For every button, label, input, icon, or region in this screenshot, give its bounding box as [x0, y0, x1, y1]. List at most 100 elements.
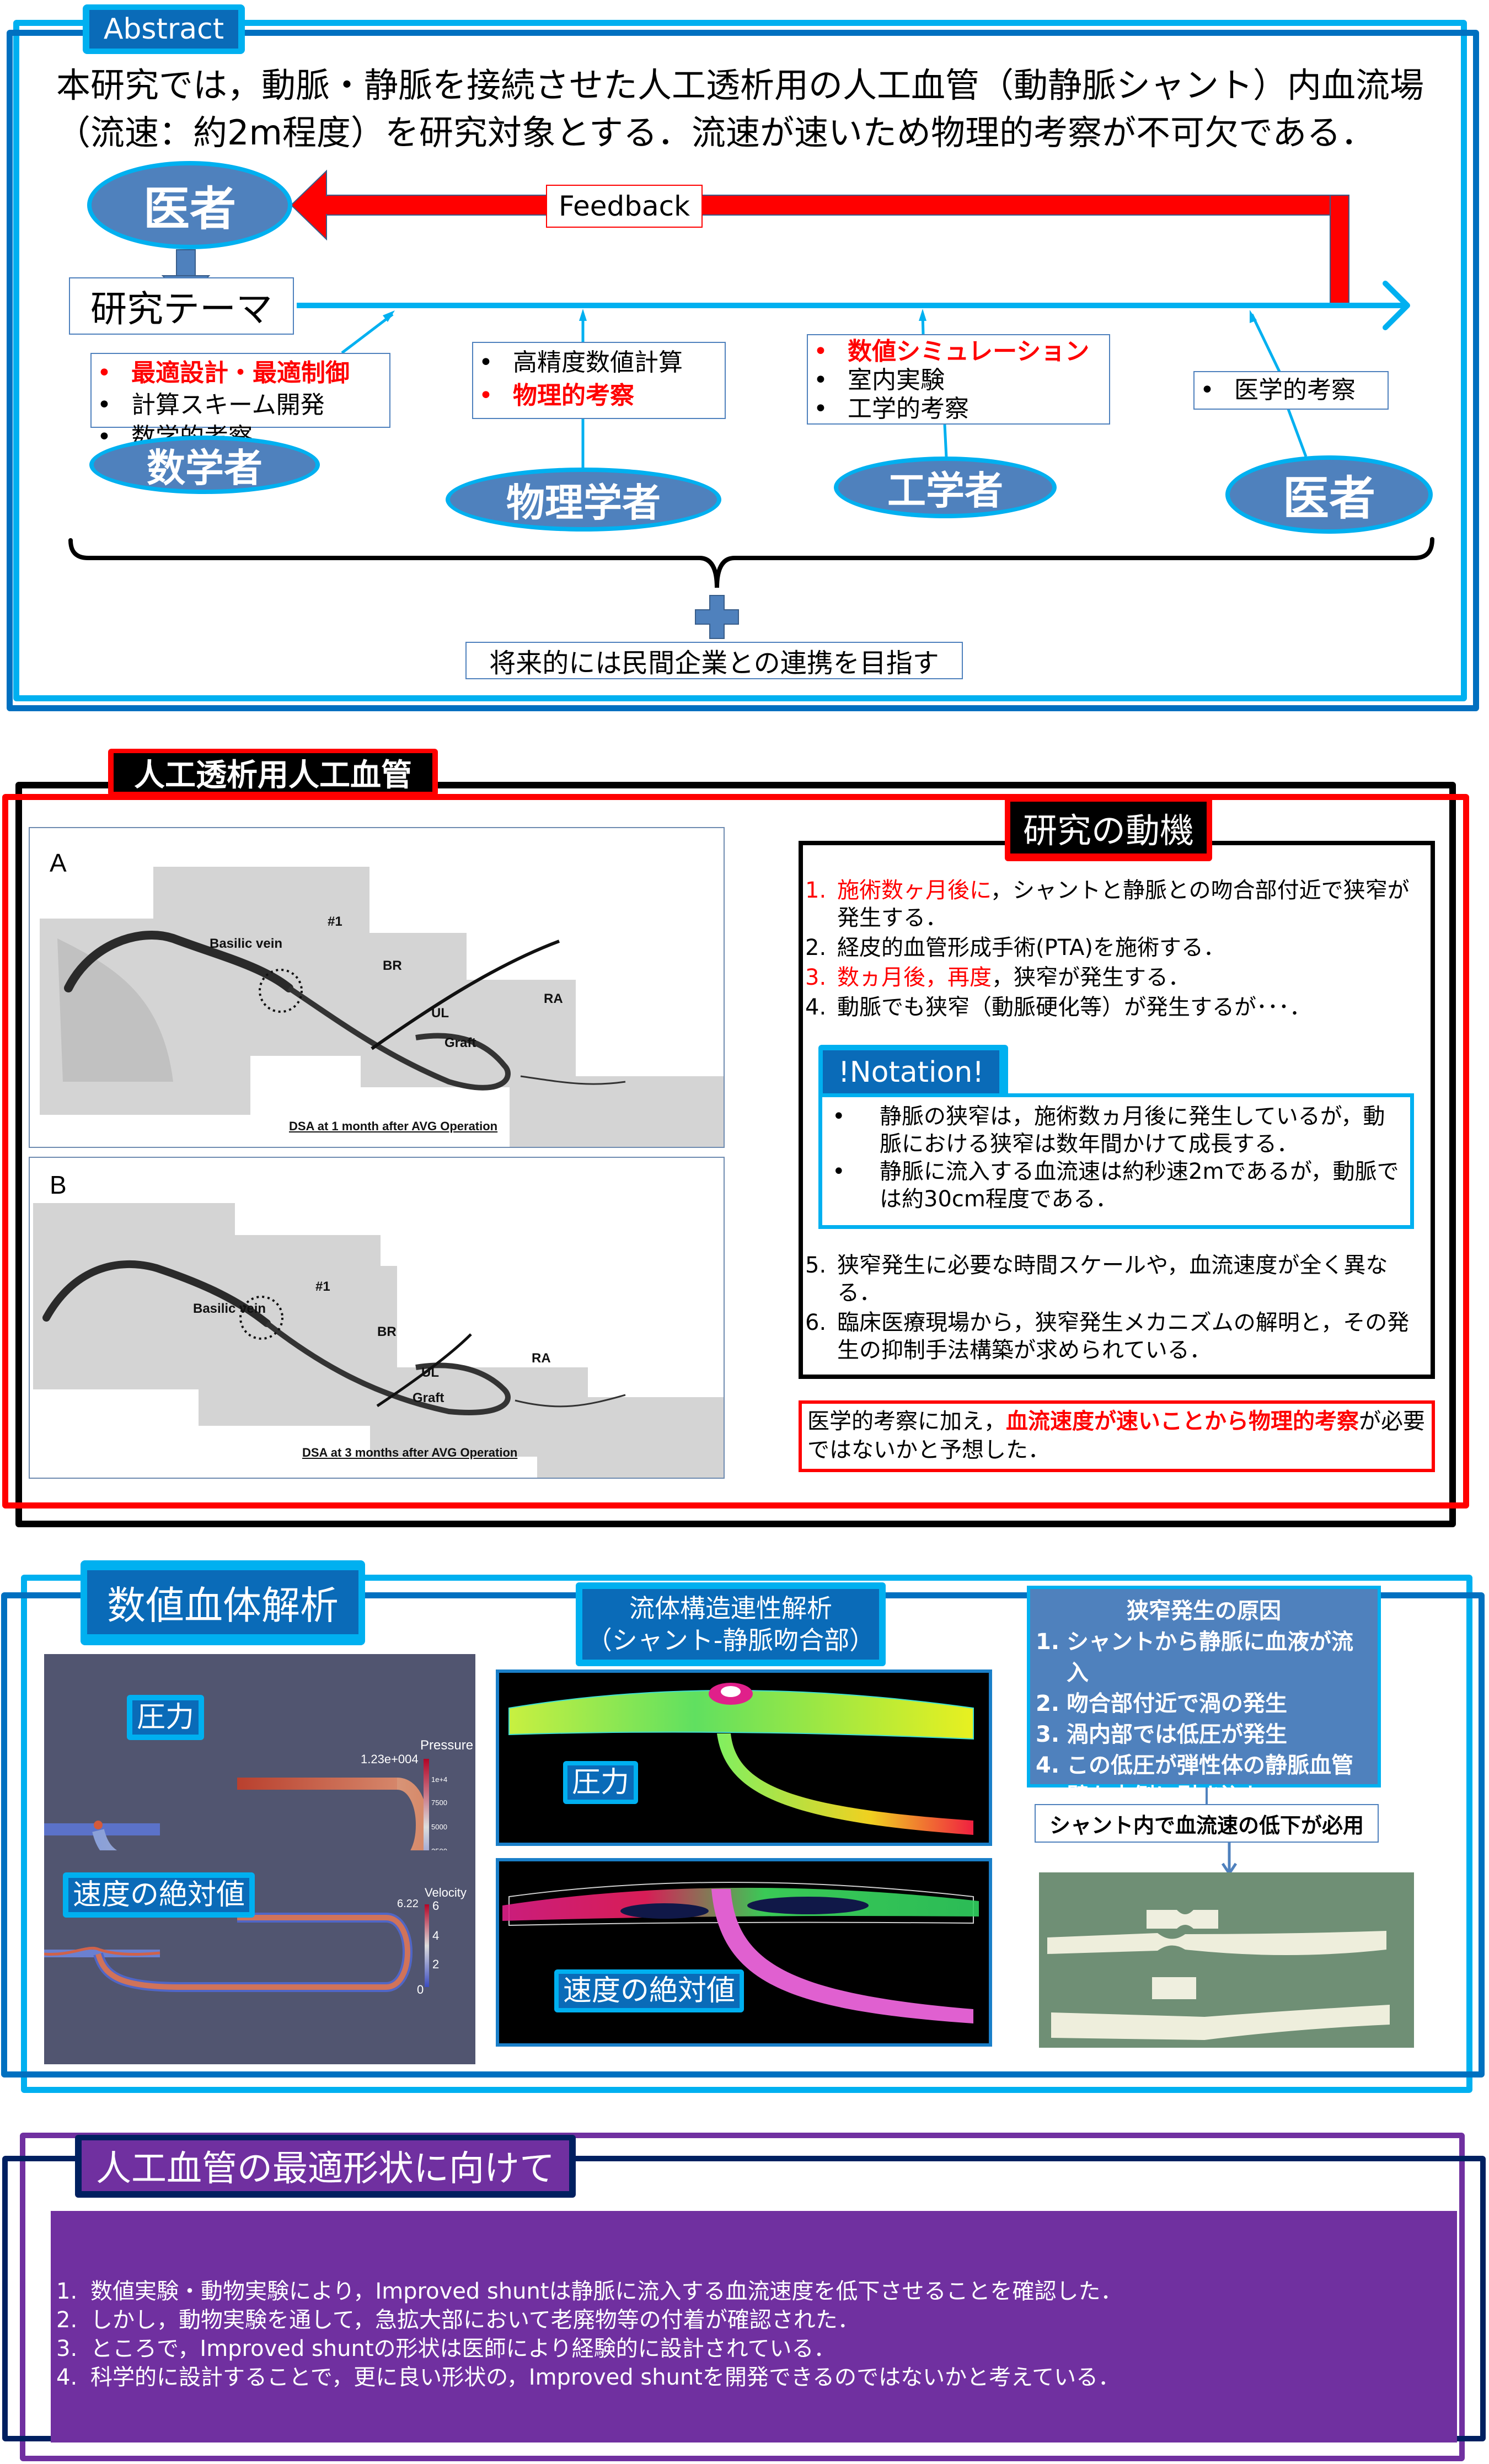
engineer-label: 工学者	[887, 468, 1003, 513]
doc-topic-item: • 医学的考察	[1200, 373, 1382, 407]
pressure-legend-title: Pressure	[420, 1738, 474, 1753]
feedback-label: Feedback	[546, 185, 703, 228]
pressure-label: 圧力	[132, 1700, 199, 1735]
doc-topic-label: 医学的考察	[1234, 376, 1356, 404]
shunt-model-short	[1152, 1977, 1196, 1999]
future-findings-box: 1. 数値実験・動物実験により，Improved shuntは静脈に流入する血流速…	[51, 2211, 1457, 2442]
motive-item-1: 1. 施術数ヶ月後に，シャントと静脈との吻合部付近で狭窄が発生する．	[805, 877, 1428, 932]
pressure-label-box: 圧力	[127, 1695, 205, 1740]
pressure-hotspot	[94, 1821, 103, 1829]
doctor-right-ellipse: 医者	[1225, 455, 1433, 534]
math-link-up	[341, 313, 394, 354]
math-topics-box: •最適設計・最適制御 •計算スキーム開発 •数学的考察	[90, 353, 390, 451]
anno-br-a: BR	[383, 958, 402, 973]
pressure-tick: 7500	[431, 1799, 447, 1807]
cause-item: 1. シャントから静脈に血液が流入	[1036, 1626, 1372, 1688]
caption-b: DSA at 3 months after AVG Operation	[302, 1446, 518, 1459]
notation-item: • 静脈の狭窄は，施術数ヵ月後に発生しているが，動脈における狭窄は数年間かけて成長…	[830, 1103, 1402, 1158]
velocity-colorbar	[425, 1904, 429, 1987]
mathematician-label: 数学者	[147, 445, 263, 491]
motive-item-5: 5. 狭窄発生に必要な時間スケールや，血流速度が全く異なる．	[805, 1252, 1428, 1307]
notation-item: • 静脈に流入する血流速は約秒速2mであるが，動脈では約30cm程度である．	[830, 1158, 1402, 1213]
motive-item-2: 2. 経皮的血管形成手術(PTA)を施術する．	[805, 934, 1428, 962]
future-collab-box: 将来的には民間企業との連携を目指す	[465, 642, 963, 679]
future-tab-label: 人工血管の最適形状に向けて	[82, 2140, 569, 2191]
phys-link-tip-icon	[579, 309, 587, 321]
feedback-joint-fill	[324, 196, 329, 214]
doc-topics-list: • 医学的考察	[1200, 373, 1382, 407]
fsi-velocity-label-box: 速度の絶対値	[554, 1969, 744, 2012]
motive-num: 5.	[805, 1253, 827, 1278]
future-text: 科学的に設計することで，更に良い形状の，Improved shuntを開発できる…	[90, 2365, 1121, 2390]
shunt-models	[1047, 1910, 1390, 2040]
motive-num: 2.	[805, 935, 827, 960]
shunt-model-long-narrow	[1047, 1931, 1386, 1955]
fsi-pressure-panel: 圧力	[496, 1669, 992, 1846]
anno-br-b: BR	[377, 1324, 397, 1339]
doc-link-up	[1250, 313, 1281, 373]
doc-topics-box: • 医学的考察	[1193, 371, 1389, 410]
future-num: 2.	[56, 2307, 78, 2333]
causes-title: 狭窄発生の原因	[1127, 1598, 1281, 1624]
cause-text: 渦内部では低圧が発生	[1067, 1722, 1287, 1747]
velocity-tick: 6	[432, 1899, 440, 1913]
motive-num: 4.	[805, 995, 827, 1020]
motive-text: ，狭窄が発生する．	[992, 965, 1190, 990]
pressure-peak-core	[721, 1686, 741, 1697]
vein-body	[502, 1887, 979, 1921]
bullet-icon: •	[832, 1159, 845, 1184]
down-arrow-icon	[1221, 1843, 1238, 1876]
anno-ra-b: RA	[532, 1351, 551, 1366]
eng-topic-label: 室内実験	[848, 366, 945, 394]
motive-text: 臨床医療現場から，狭窄発生メカニズムの解明と，その発生の抑制手法構築が求められて…	[837, 1310, 1410, 1363]
vortex-region	[747, 1897, 869, 1914]
future-num: 4.	[56, 2365, 78, 2390]
conclusion-highlight: 血流速度が速いことから物理的考察	[1006, 1409, 1359, 1434]
feedback-arrowhead	[290, 169, 327, 241]
doctor-right-label: 医者	[1282, 471, 1375, 525]
future-text: ところで，Improved shuntの形状は医師により経験的に設計されている．	[90, 2336, 836, 2361]
notation-text: 静脈に流入する血流速は約秒速2mであるが，動脈では約30cm程度である．	[880, 1159, 1399, 1212]
shunt-model-long	[1051, 2005, 1390, 2040]
fsi-title-line2: （シャント-静脈吻合部）	[586, 1625, 875, 1655]
dsa-panel-b: B Basilic vein #1 BR UL RA Graft DSA at …	[29, 1157, 725, 1479]
velocity-tick: 2	[432, 1957, 440, 1971]
velocity-min-label: 0	[417, 1983, 424, 1996]
physicist-ellipse: 物理学者	[446, 468, 721, 532]
cause-num: 3.	[1036, 1722, 1060, 1747]
motive-item-3: 3. 数ヵ月後，再度，狭窄が発生する．	[805, 964, 1428, 991]
pressure-tick: 5000	[431, 1823, 447, 1831]
cause-num: 2.	[1036, 1691, 1060, 1716]
velocity-max-label: 6.22	[397, 1898, 419, 1910]
motive-highlight: 数ヵ月後，再度	[837, 965, 992, 990]
motive-num: 3.	[805, 965, 827, 990]
eng-topic-label: 工学的考察	[848, 395, 969, 423]
motive-text: 狭窄発生に必要な時間スケールや，血流速度が全く異なる．	[837, 1253, 1388, 1306]
future-text: しかし，動物実験を通して，急拡大部において老廃物等の付着が確認された．	[90, 2307, 860, 2333]
eng-topic-item: • 室内実験	[813, 366, 1104, 395]
motive-title: 研究の動機	[1010, 802, 1207, 853]
doctor-top-ellipse: 医者	[87, 161, 292, 249]
theme-box: 研究テーマ	[69, 277, 294, 335]
future-num: 3.	[56, 2336, 78, 2361]
conclusion-prefix: 医学的考察に加え，	[807, 1409, 1006, 1434]
group-brace	[68, 537, 1434, 588]
motive-text: 動脈でも狭窄（動脈硬化等）が発生するが･･･．	[837, 995, 1311, 1020]
future-list: 1. 数値実験・動物実験により，Improved shuntは静脈に流入する血流速…	[56, 2277, 1446, 2392]
cause-item: 4. この低圧が弾性体の静脈血管壁を内側に引き込む	[1036, 1750, 1372, 1812]
pressure-tick: 1e+4	[431, 1775, 448, 1784]
engineer-ellipse: 工学者	[834, 457, 1057, 518]
fsi-pressure-label-box: 圧力	[563, 1761, 639, 1804]
eng-topics-box: • 数値シミュレーション • 室内実験 • 工学的考察	[807, 334, 1110, 425]
anno-site-b: #1	[315, 1279, 330, 1294]
notation-text: 静脈の狭窄は，施術数ヵ月後に発生しているが，動脈における狭窄は数年間かけて成長す…	[880, 1104, 1385, 1157]
fsi-velocity-label: 速度の絶対値	[559, 1974, 740, 2008]
fsi-title-line1: 流体構造連性解析	[629, 1593, 832, 1623]
phys-topics-list: • 高精度数値計算 • 物理的考察	[479, 346, 719, 412]
causes-connector	[1206, 1787, 1208, 1804]
xray-tiles	[33, 1203, 724, 1478]
shunt-need-box: シャント内で血流速の低下が必用	[1035, 1804, 1379, 1843]
math-topic-label: 最適設計・最適制御	[131, 359, 350, 387]
anno-basilic-a: Basilic vein	[210, 936, 283, 951]
graft-tab-label: 人工透析用人工血管	[114, 753, 432, 793]
